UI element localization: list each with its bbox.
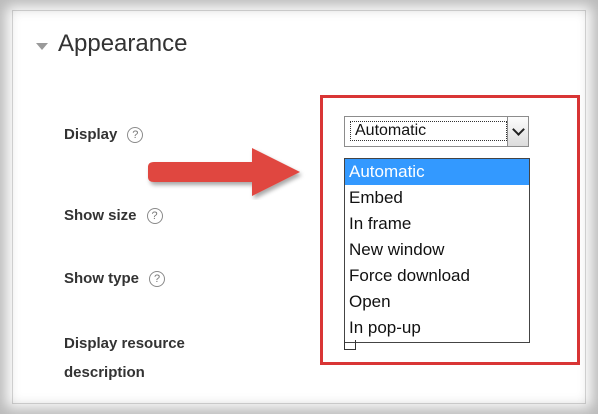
display-dropdown-list[interactable]: Automatic Embed In frame New window Forc… [344, 158, 530, 343]
section-title: Appearance [58, 30, 188, 57]
caret-down-icon[interactable] [36, 42, 48, 50]
display-resource-description-label: Display resource description [64, 329, 185, 387]
show-type-label: Show type ? [64, 270, 166, 287]
help-icon[interactable]: ? [146, 207, 163, 224]
show-type-label-text: Show type [64, 270, 140, 287]
help-icon[interactable]: ? [149, 270, 166, 287]
show-size-label: Show size ? [64, 207, 163, 224]
show-size-label-text: Show size [64, 207, 137, 224]
display-label: Display ? [64, 126, 144, 143]
red-arrow-icon [148, 148, 300, 196]
display-label-text: Display [64, 126, 118, 143]
display-select[interactable]: Automatic [344, 116, 529, 147]
option-in-frame[interactable]: In frame [345, 211, 529, 237]
option-open[interactable]: Open [345, 289, 529, 315]
option-automatic[interactable]: Automatic [345, 159, 529, 185]
chevron-down-icon [511, 123, 525, 136]
display-resource-description-checkbox[interactable] [344, 340, 356, 350]
display-resource-description-line1: Display resource [64, 335, 185, 352]
option-new-window[interactable]: New window [345, 237, 529, 263]
display-resource-description-line2: description [64, 364, 145, 381]
option-force-download[interactable]: Force download [345, 263, 529, 289]
option-embed[interactable]: Embed [345, 185, 529, 211]
dropdown-button[interactable] [507, 117, 528, 146]
section-header-appearance[interactable]: Appearance [36, 30, 187, 58]
display-select-value: Automatic [350, 121, 507, 141]
option-in-pop-up[interactable]: In pop-up [345, 315, 529, 341]
